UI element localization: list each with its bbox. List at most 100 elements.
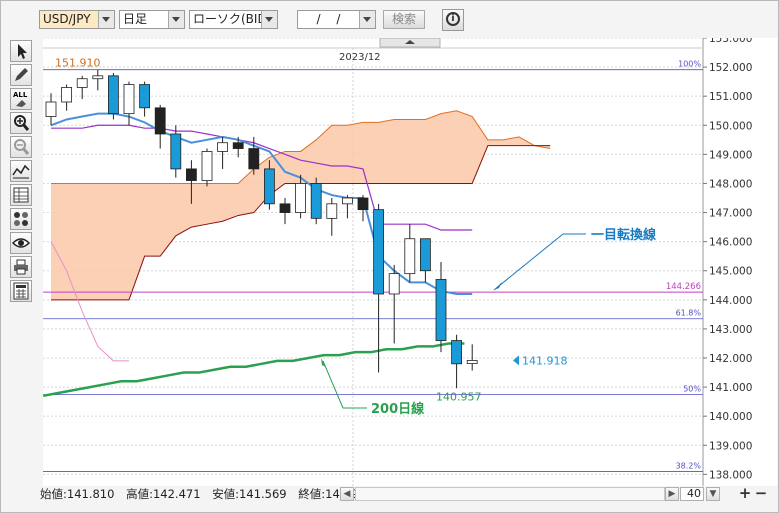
candlestick-chart[interactable]: 100% 61.8% 50% 38.2% 144.266 2023/12 151.910 1… [42,33,777,486]
low-price-label: 140.957 [436,390,482,403]
price-tick-label: 150.000 [709,120,752,132]
candle-body [404,238,416,275]
zoom-in-tool[interactable] [10,112,32,134]
candle-body [341,197,353,205]
candle-body [451,340,463,365]
period-select[interactable]: 日足 [119,10,185,29]
candle-body [92,75,104,80]
indicator-icon [12,164,30,179]
candle-body [263,168,275,205]
candle-body [435,279,447,341]
pencil-icon [15,68,28,81]
candle-body [45,101,57,117]
candle-body [170,133,182,170]
price-tick-label: 146.000 [709,237,752,249]
price-tick-label: 142.000 [709,353,752,365]
fibonacci-label: 61.8% [676,309,702,318]
period-value: 日足 [123,12,148,26]
chevron-down-icon: ▼ [709,489,717,499]
tool-palette: ALL [10,40,34,304]
info-button[interactable]: i [442,9,464,31]
fibonacci-label: 50% [683,385,701,394]
candle-body [279,203,291,213]
candle-body [310,183,322,219]
candle-body [419,238,431,272]
print-tool[interactable] [10,256,32,278]
chart-type-value: ローソク(BID) [193,12,272,26]
price-tick-label: 141.000 [709,382,752,394]
price-tick-label: 145.000 [709,266,752,278]
price-tick-label: 149.000 [709,149,752,161]
candle-body [326,203,338,219]
zoom-dropdown-button[interactable]: ▼ [706,487,720,501]
low-price: 安値:141.569 [212,487,287,501]
candle-body [123,84,135,115]
fibonacci-label: 38.2% [676,461,702,470]
color-settings-tool[interactable] [10,208,32,230]
pointer-tool[interactable] [10,40,32,62]
chevron-left-icon: ◀ [343,489,351,499]
candle-body [466,360,478,364]
zoom-out-icon [14,139,30,155]
last-price-label: 141.918 [522,354,568,367]
candle-body [154,107,166,135]
tenkan-annotation: 一目転換線 [591,227,657,243]
candle-body [108,75,119,115]
chevron-down-icon [261,11,277,28]
draw-line-tool[interactable] [10,64,32,86]
high-price: 高値:142.471 [126,487,201,501]
chart-type-select[interactable]: ローソク(BID) [189,10,278,29]
price-tick-label: 148.000 [709,178,752,190]
price-tick-label: 143.000 [709,324,752,336]
month-label: 2023/12 [339,52,381,63]
date-input[interactable]: / / [297,10,376,29]
chevron-right-icon: ▶ [668,489,676,499]
chevron-down-icon [359,11,375,28]
table-icon [13,187,29,203]
candle-body [295,183,307,213]
scroll-right-button[interactable]: ▶ [665,487,679,501]
candle-body [185,168,197,181]
kijun-level-label: 144.266 [666,282,701,292]
candle-body [388,273,400,295]
info-icon: i [446,12,460,26]
horizontal-scrollbar[interactable] [355,487,665,501]
price-tick-label: 151.000 [709,91,752,103]
currency-pair-select[interactable]: USD/JPY [39,10,115,29]
printer-icon [14,259,28,275]
candle-body [232,142,244,149]
search-button[interactable]: 検索 [383,10,425,29]
zoom-in-button[interactable]: + [738,486,752,502]
scroll-left-button[interactable]: ◀ [340,487,354,501]
candle-body [61,87,73,103]
zoom-value[interactable]: 40 [680,487,704,501]
price-tick-label: 153.000 [709,38,752,45]
eraser-icon: ALL [13,91,28,107]
price-tick-label: 140.000 [709,411,752,423]
candle-body [373,209,385,295]
zoom-out-tool[interactable] [10,136,32,158]
candle-body [248,148,260,170]
currency-pair-value: USD/JPY [43,12,91,26]
price-tick-label: 152.000 [709,62,752,74]
zoom-out-button[interactable]: − [754,486,768,502]
price-tick-label: 144.000 [709,295,752,307]
calculator-tool[interactable] [10,280,32,302]
price-tick-label: 147.000 [709,208,752,220]
palette-icon [14,212,28,226]
zoom-in-icon [14,115,30,131]
indicator-tool[interactable] [10,160,32,182]
chevron-down-icon [168,11,184,28]
date-value: / / [316,12,341,26]
view-tool[interactable] [10,232,32,254]
toolbar: USD/JPY 日足 ローソク(BID) / / 検索 i [0,0,777,38]
price-table-tool[interactable] [10,184,32,206]
candle-body [201,151,213,181]
ma200-annotation: 200日線 [371,401,425,417]
candle-body [76,78,88,88]
open-price: 始値:141.810 [40,487,115,501]
erase-all-tool[interactable]: ALL [10,88,32,110]
chevron-down-icon [98,11,114,28]
erase-all-label: ALL [13,91,28,99]
chart-area[interactable]: 100% 61.8% 50% 38.2% 144.266 2023/12 151.910 1… [42,33,777,486]
